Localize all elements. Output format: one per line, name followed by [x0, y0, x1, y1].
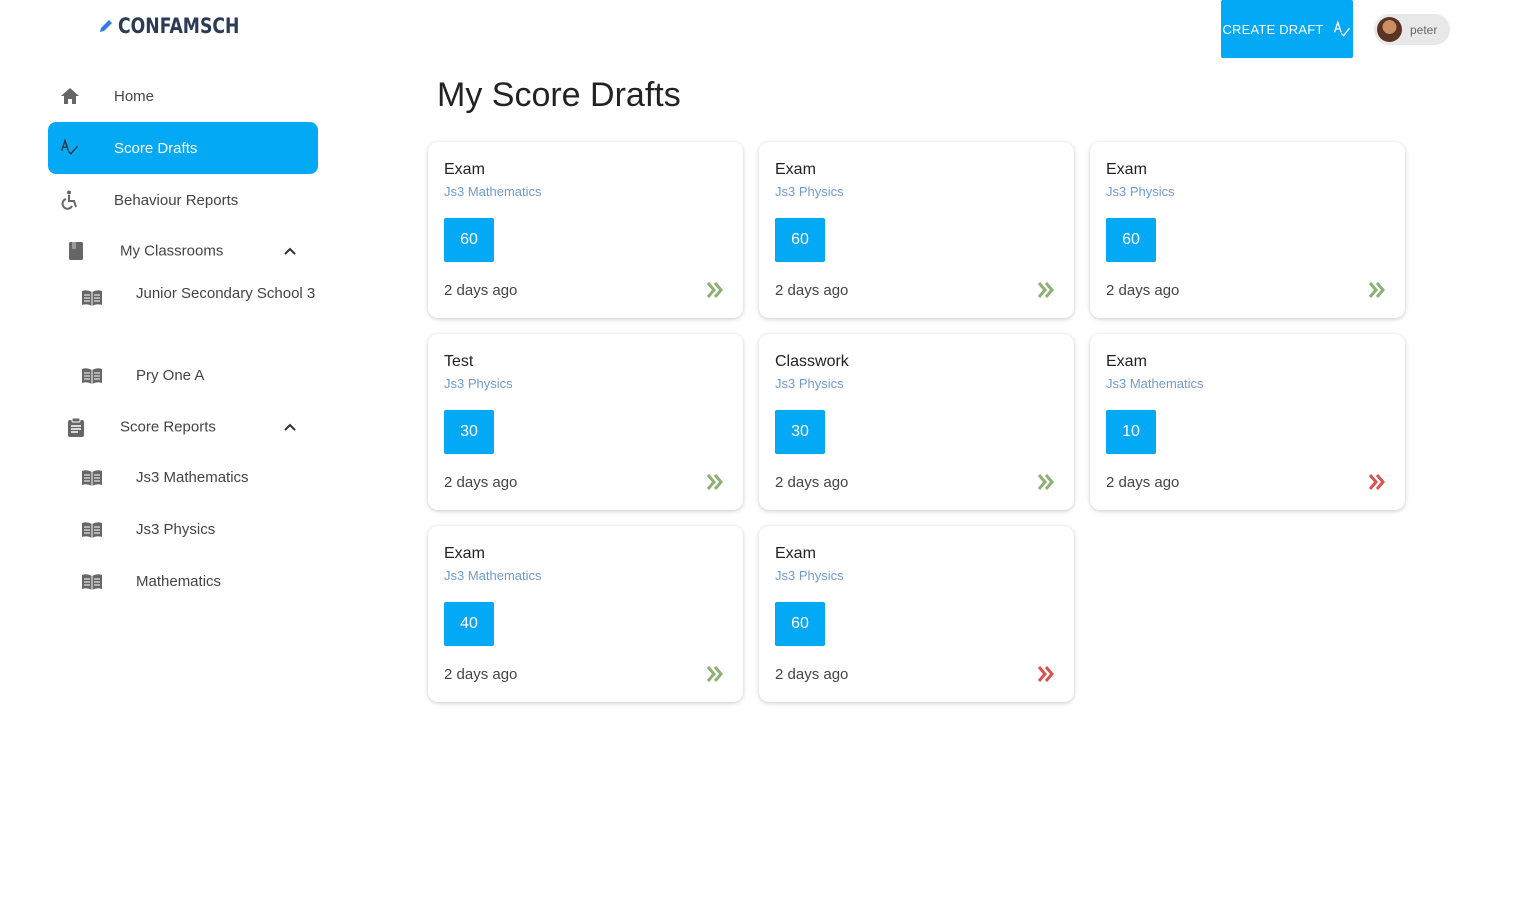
draft-subject: Js3 Physics [444, 376, 513, 391]
chevron-up-icon[interactable] [282, 419, 298, 435]
draft-time: 2 days ago [775, 282, 849, 299]
draft-subject: Js3 Physics [775, 184, 844, 199]
home-icon [60, 86, 80, 106]
draft-time: 2 days ago [444, 282, 518, 299]
sidebar-group-label: My Classrooms [120, 242, 224, 260]
page-title: My Score Drafts [437, 76, 681, 114]
draft-type: Classwork [775, 353, 849, 370]
sidebar-item-label: Js3 Mathematics [136, 469, 249, 486]
draft-time: 2 days ago [775, 474, 849, 491]
sidebar-group-score-reports[interactable]: Score Reports [48, 402, 318, 452]
draft-card[interactable]: Exam Js3 Mathematics 10 2 days ago [1090, 334, 1405, 510]
double-chevron-right-icon[interactable] [1367, 472, 1387, 492]
sidebar-item-label: Js3 Physics [136, 521, 216, 538]
double-chevron-right-icon[interactable] [1036, 664, 1056, 684]
draft-score: 60 [775, 218, 825, 262]
double-chevron-right-icon[interactable] [705, 280, 725, 300]
user-menu[interactable]: peter [1374, 14, 1450, 45]
sidebar-item-label: Home [114, 87, 155, 105]
sidebar-item-home[interactable]: Home [48, 70, 318, 122]
open-book-icon [80, 468, 104, 488]
double-chevron-right-icon[interactable] [705, 472, 725, 492]
brand-name: CONFAMSCH [118, 14, 240, 38]
spellcheck-icon [1333, 20, 1350, 37]
brand-logo[interactable]: CONFAMSCH [98, 14, 266, 38]
sidebar-item-report[interactable]: Js3 Physics [48, 504, 318, 556]
spellcheck-icon [60, 138, 80, 158]
draft-time: 2 days ago [1106, 282, 1180, 299]
draft-time: 2 days ago [775, 666, 849, 683]
draft-subject: Js3 Physics [775, 568, 844, 583]
sidebar-item-report[interactable]: Mathematics [48, 556, 318, 608]
draft-score: 60 [775, 602, 825, 646]
draft-card[interactable]: Classwork Js3 Physics 30 2 days ago [759, 334, 1074, 510]
draft-subject: Js3 Physics [775, 376, 844, 391]
sidebar-item-classroom[interactable]: Junior Secondary School 3 [48, 276, 318, 350]
sidebar-item-score-drafts[interactable]: Score Drafts [48, 122, 318, 174]
draft-time: 2 days ago [1106, 474, 1180, 491]
book-icon [66, 241, 86, 261]
drafts-grid: Exam Js3 Mathematics 60 2 days ago Exam … [428, 142, 1405, 702]
sidebar-item-label: Pry One A [136, 367, 205, 384]
draft-type: Exam [444, 545, 485, 562]
avatar [1377, 17, 1402, 42]
draft-subject: Js3 Mathematics [444, 568, 542, 583]
double-chevron-right-icon[interactable] [705, 664, 725, 684]
draft-card[interactable]: Exam Js3 Physics 60 2 days ago [759, 526, 1074, 702]
open-book-icon [80, 572, 104, 592]
draft-card[interactable]: Exam Js3 Physics 60 2 days ago [1090, 142, 1405, 318]
sidebar-item-label: Score Drafts [114, 139, 198, 157]
open-book-icon [80, 288, 104, 308]
sidebar-item-report[interactable]: Js3 Mathematics [48, 452, 318, 504]
sidebar-item-classroom[interactable]: Pry One A [48, 350, 318, 402]
sidebar-group-my-classrooms[interactable]: My Classrooms [48, 226, 318, 276]
pencil-icon [100, 20, 112, 32]
draft-score: 60 [1106, 218, 1156, 262]
open-book-icon [80, 520, 104, 540]
draft-card[interactable]: Exam Js3 Physics 60 2 days ago [759, 142, 1074, 318]
draft-time: 2 days ago [444, 474, 518, 491]
draft-score: 60 [444, 218, 494, 262]
double-chevron-right-icon[interactable] [1036, 280, 1056, 300]
draft-type: Exam [1106, 161, 1147, 178]
draft-score: 30 [444, 410, 494, 454]
accessible-icon [60, 190, 80, 210]
clipboard-icon [66, 417, 86, 437]
draft-card[interactable]: Exam Js3 Mathematics 60 2 days ago [428, 142, 743, 318]
draft-type: Test [444, 353, 474, 370]
sidebar-item-behaviour-reports[interactable]: Behaviour Reports [48, 174, 318, 226]
draft-score: 30 [775, 410, 825, 454]
sidebar-group-label: Score Reports [120, 418, 216, 436]
user-name: peter [1410, 22, 1438, 37]
draft-type: Exam [775, 161, 816, 178]
create-draft-button[interactable]: CREATE DRAFT [1221, 0, 1353, 58]
draft-card[interactable]: Test Js3 Physics 30 2 days ago [428, 334, 743, 510]
draft-score: 40 [444, 602, 494, 646]
sidebar-item-label: Mathematics [136, 573, 222, 590]
draft-time: 2 days ago [444, 666, 518, 683]
sidebar: Home Score Drafts Behaviour Reports My C… [48, 70, 318, 608]
draft-subject: Js3 Physics [1106, 184, 1175, 199]
chevron-up-icon[interactable] [282, 243, 298, 259]
double-chevron-right-icon[interactable] [1036, 472, 1056, 492]
draft-subject: Js3 Mathematics [444, 184, 542, 199]
draft-type: Exam [1106, 353, 1147, 370]
sidebar-item-label: Behaviour Reports [114, 191, 239, 209]
open-book-icon [80, 366, 104, 386]
double-chevron-right-icon[interactable] [1367, 280, 1387, 300]
draft-card[interactable]: Exam Js3 Mathematics 40 2 days ago [428, 526, 743, 702]
sidebar-item-label: Junior Secondary School 3 [136, 285, 316, 302]
create-draft-label: CREATE DRAFT [1222, 21, 1324, 37]
draft-score: 10 [1106, 410, 1156, 454]
draft-type: Exam [775, 545, 816, 562]
draft-type: Exam [444, 161, 485, 178]
draft-subject: Js3 Mathematics [1106, 376, 1204, 391]
